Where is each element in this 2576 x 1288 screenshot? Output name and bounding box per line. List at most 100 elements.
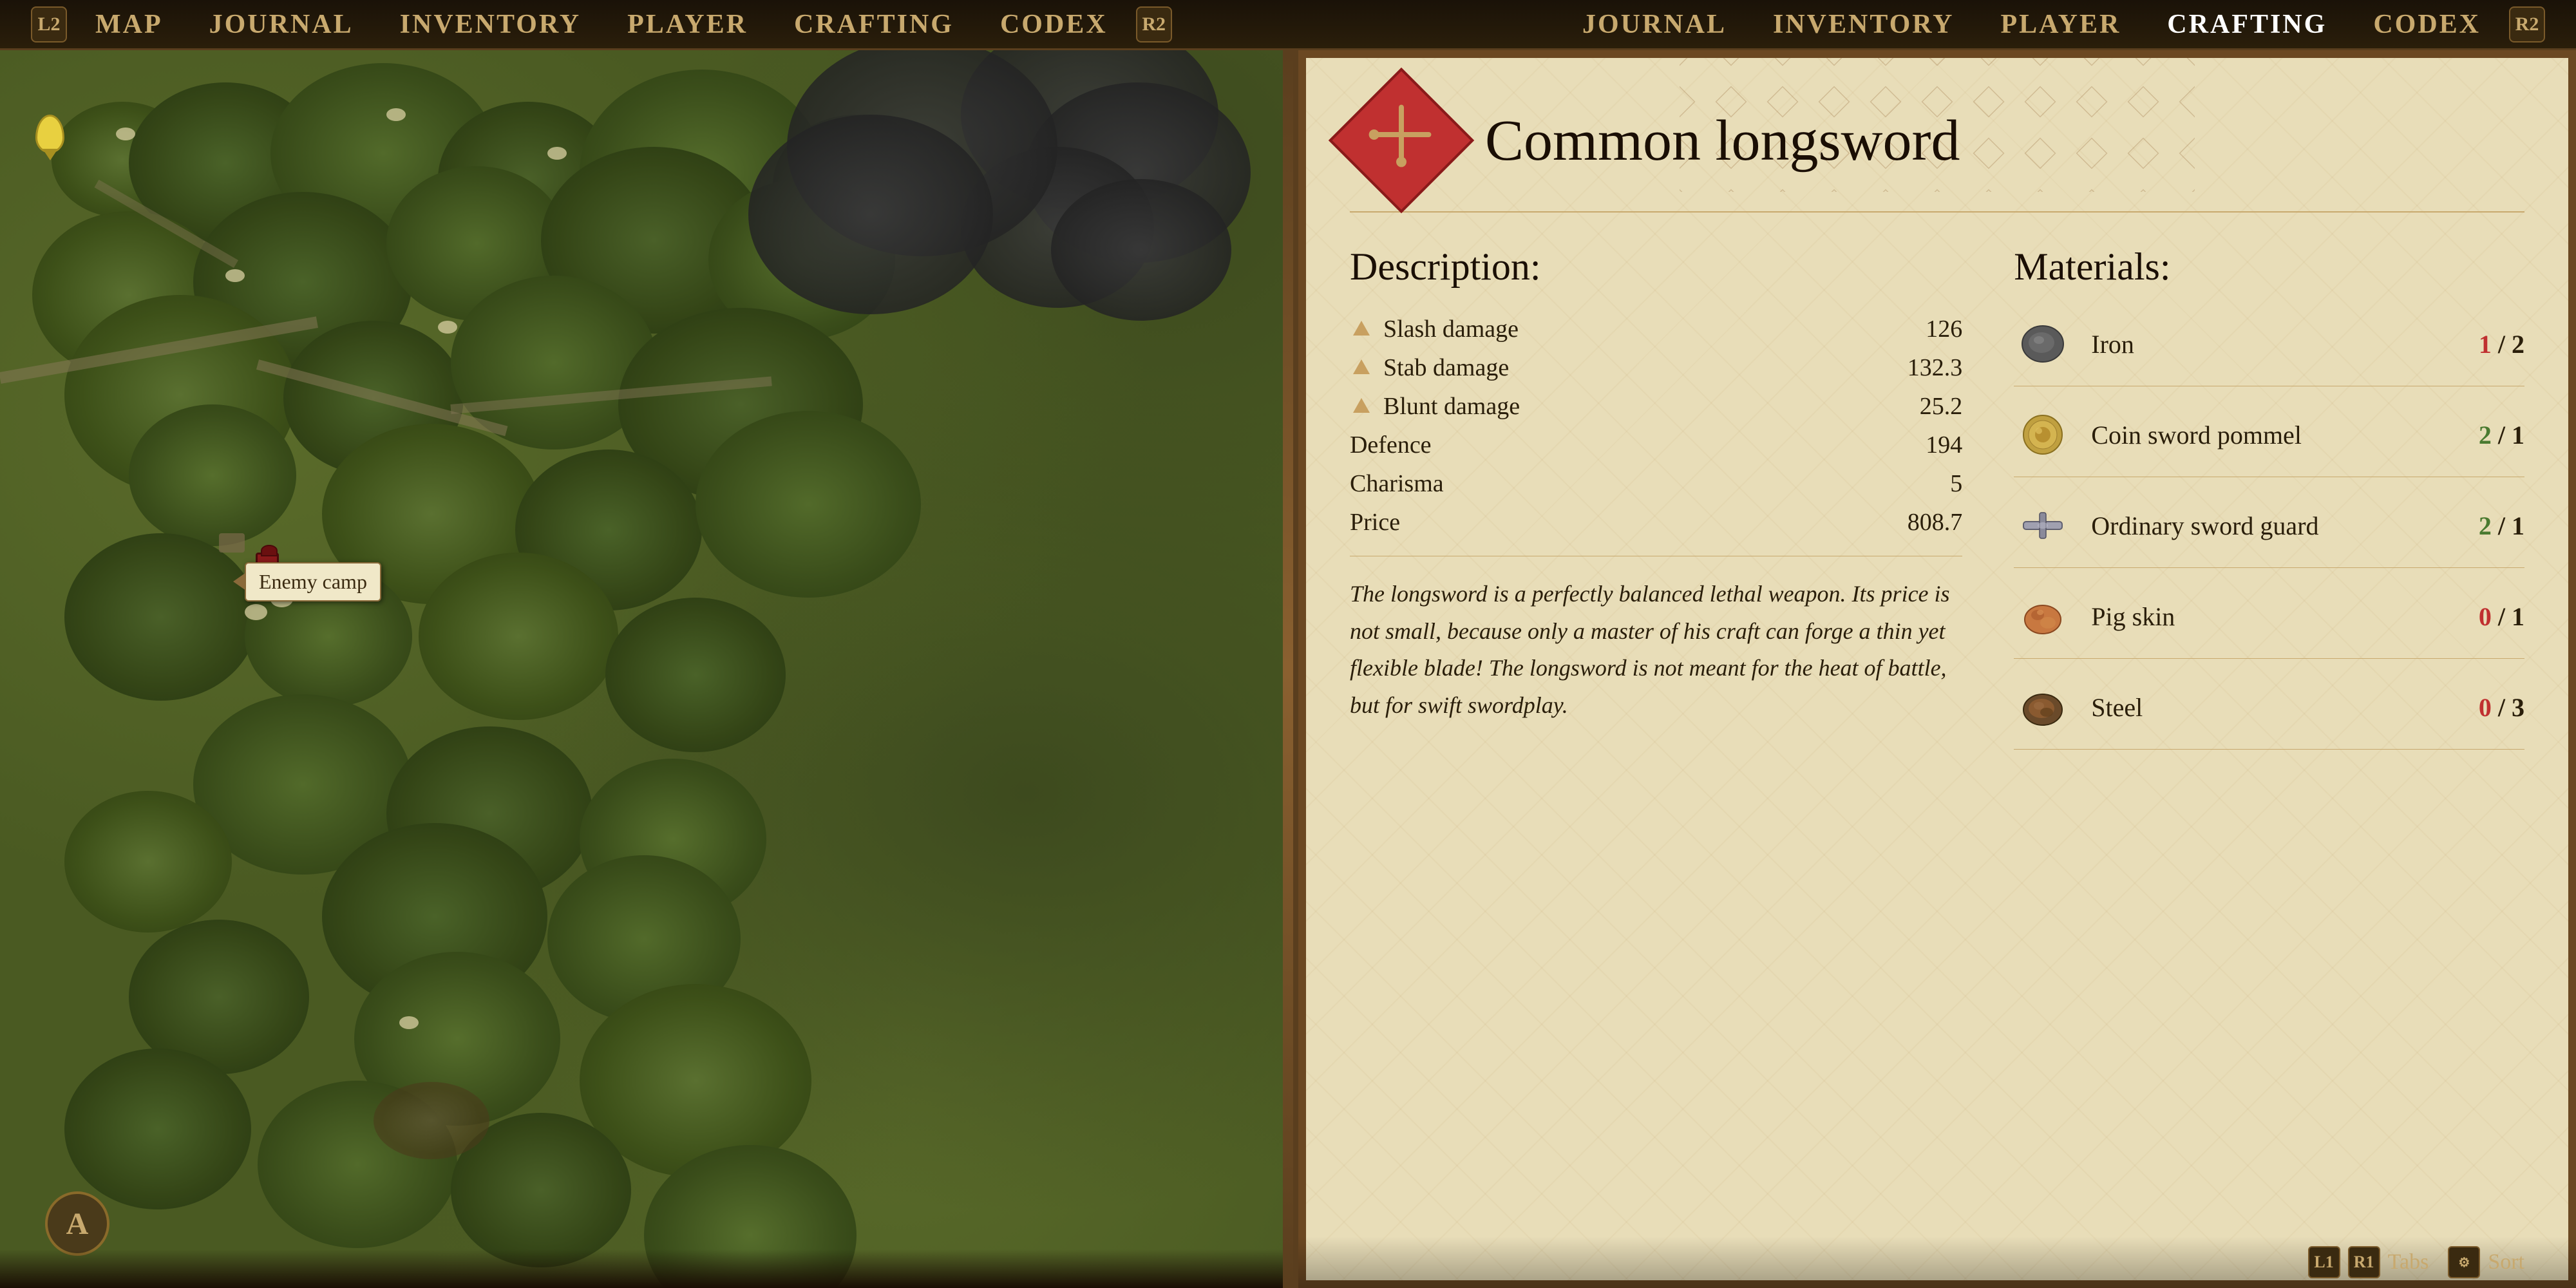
nav-left: L2 MAP JOURNAL INVENTORY PLAYER CRAFTING… bbox=[0, 0, 1288, 50]
stat-row-charisma: Charisma 5 bbox=[1350, 469, 1962, 498]
stat-label-price: Price bbox=[1350, 508, 1400, 536]
tree-cluster bbox=[64, 533, 258, 701]
sort-button[interactable]: ⚙ Sort bbox=[2448, 1246, 2524, 1278]
slash-icon bbox=[1350, 317, 1373, 341]
panel-divider bbox=[1283, 50, 1293, 1288]
stat-label-charisma: Charisma bbox=[1350, 469, 1444, 498]
stat-label-stab: Stab damage bbox=[1350, 354, 1509, 382]
stat-value-defence: 194 bbox=[1926, 431, 1962, 459]
tree-cluster bbox=[696, 411, 921, 598]
material-name-guard: Ordinary sword guard bbox=[2091, 511, 2459, 541]
tree-cluster bbox=[605, 598, 786, 752]
materials-title: Materials: bbox=[2014, 245, 2524, 289]
l1-icon: L1 bbox=[2308, 1246, 2340, 1278]
stat-label-blunt: Blunt damage bbox=[1350, 392, 1520, 421]
stat-value-blunt: 25.2 bbox=[1920, 392, 1963, 421]
rock bbox=[219, 533, 245, 553]
material-name-pommel: Coin sword pommel bbox=[2091, 420, 2459, 450]
r1-icon: R1 bbox=[2348, 1246, 2380, 1278]
storm-cloud bbox=[1051, 179, 1231, 321]
material-row-pigskin: Pig skin 0 / 1 bbox=[2014, 587, 2524, 659]
tree-cluster bbox=[419, 553, 618, 720]
material-name-pigskin: Pig skin bbox=[2091, 601, 2459, 632]
a-button[interactable]: A bbox=[45, 1191, 109, 1256]
nav-item-codex[interactable]: CODEX bbox=[977, 0, 1131, 50]
description-title: Description: bbox=[1350, 245, 1962, 289]
nav-right-item-codex[interactable]: CODEX bbox=[2350, 0, 2504, 50]
stat-row-slash: Slash damage 126 bbox=[1350, 315, 1962, 343]
nav-right-item-crafting[interactable]: CRAFTING bbox=[2144, 0, 2350, 50]
nav-item-player[interactable]: PLAYER bbox=[604, 0, 771, 50]
item-title: Common longsword bbox=[1485, 108, 1960, 174]
nav-item-crafting[interactable]: CRAFTING bbox=[771, 0, 977, 50]
crafting-content: Common longsword Description: Slash dama… bbox=[1298, 50, 2576, 1288]
material-row-pommel: Coin sword pommel 2 / 1 bbox=[2014, 406, 2524, 477]
stat-label-defence: Defence bbox=[1350, 431, 1432, 459]
tabs-button[interactable]: L1 R1 Tabs bbox=[2308, 1246, 2429, 1278]
location-pin bbox=[35, 115, 64, 153]
stat-value-stab: 132.3 bbox=[1908, 354, 1963, 382]
map-panel: Enemy camp A bbox=[0, 50, 1283, 1288]
nav-right-item-player[interactable]: PLAYER bbox=[1977, 0, 2144, 50]
material-row-steel: Steel 0 / 3 bbox=[2014, 678, 2524, 750]
stat-row-price: Price 808.7 bbox=[1350, 508, 1962, 536]
enemy-camp-tooltip: Enemy camp bbox=[245, 562, 381, 601]
nav-right: JOURNAL INVENTORY PLAYER CRAFTING CODEX … bbox=[1288, 0, 2576, 50]
stat-row-defence: Defence 194 bbox=[1350, 431, 1962, 459]
nav-btn-l2[interactable]: L2 bbox=[31, 6, 67, 43]
bottom-bar: L1 R1 Tabs ⚙ Sort bbox=[1298, 1236, 2576, 1288]
material-row-iron: Iron 1 / 2 bbox=[2014, 315, 2524, 386]
map-bottom-bar bbox=[0, 1249, 1283, 1288]
stat-row-stab: Stab damage 132.3 bbox=[1350, 354, 1962, 382]
tree-cluster bbox=[64, 791, 232, 933]
nav-item-map[interactable]: MAP bbox=[72, 0, 186, 50]
material-count-steel: 0 / 3 bbox=[2479, 692, 2524, 723]
nest-marker bbox=[438, 321, 457, 334]
stat-value-slash: 126 bbox=[1926, 315, 1962, 343]
description-column: Description: Slash damage 126 bbox=[1350, 245, 1962, 1262]
nav-item-journal[interactable]: JOURNAL bbox=[186, 0, 377, 50]
nav-item-inventory[interactable]: INVENTORY bbox=[377, 0, 604, 50]
stat-label-slash: Slash damage bbox=[1350, 315, 1519, 343]
tree-cluster bbox=[129, 404, 296, 546]
item-header: Common longsword bbox=[1350, 89, 2524, 213]
material-count-pommel: 2 / 1 bbox=[2479, 420, 2524, 450]
blunt-icon bbox=[1350, 395, 1373, 418]
tree-cluster bbox=[64, 1048, 251, 1209]
nav-bar: L2 MAP JOURNAL INVENTORY PLAYER CRAFTING… bbox=[0, 0, 2576, 50]
material-name-steel: Steel bbox=[2091, 692, 2459, 723]
pommel-icon bbox=[2014, 406, 2072, 464]
iron-icon bbox=[2014, 315, 2072, 373]
stat-row-blunt: Blunt damage 25.2 bbox=[1350, 392, 1962, 421]
nav-right-item-inventory[interactable]: INVENTORY bbox=[1750, 0, 1977, 50]
material-count-iron: 1 / 2 bbox=[2479, 329, 2524, 359]
description-text: The longsword is a perfectly balanced le… bbox=[1350, 576, 1962, 724]
material-count-guard: 2 / 1 bbox=[2479, 511, 2524, 541]
nest-marker bbox=[116, 128, 135, 140]
nav-btn-r2-right[interactable]: R2 bbox=[2509, 6, 2545, 43]
nest-marker bbox=[399, 1016, 419, 1029]
item-icon bbox=[1369, 102, 1434, 178]
crafting-panel: Common longsword Description: Slash dama… bbox=[1293, 50, 2576, 1288]
material-row-guard: Ordinary sword guard 2 / 1 bbox=[2014, 497, 2524, 568]
nav-btn-r2-left[interactable]: R2 bbox=[1136, 6, 1172, 43]
guard-icon bbox=[2014, 497, 2072, 554]
nav-right-item-journal[interactable]: JOURNAL bbox=[1559, 0, 1750, 50]
stat-value-price: 808.7 bbox=[1908, 508, 1963, 536]
storm-cloud bbox=[748, 115, 993, 314]
nest-marker bbox=[386, 108, 406, 121]
main-content: Enemy camp A bbox=[0, 50, 2576, 1288]
steel-icon bbox=[2014, 678, 2072, 736]
sort-icon: ⚙ bbox=[2448, 1246, 2480, 1278]
material-name-iron: Iron bbox=[2091, 329, 2459, 359]
nest-marker bbox=[225, 269, 245, 282]
stat-value-charisma: 5 bbox=[1950, 469, 1962, 498]
rocky-area bbox=[374, 1082, 489, 1159]
nest-marker bbox=[547, 147, 567, 160]
materials-column: Materials: Iron 1 / 2 bbox=[2014, 245, 2524, 1262]
item-icon-container bbox=[1329, 68, 1474, 213]
enemy-camp-area: Enemy camp bbox=[245, 553, 290, 611]
stab-icon bbox=[1350, 356, 1373, 379]
material-count-pigskin: 0 / 1 bbox=[2479, 601, 2524, 632]
crafting-columns: Description: Slash damage 126 bbox=[1350, 245, 2524, 1262]
